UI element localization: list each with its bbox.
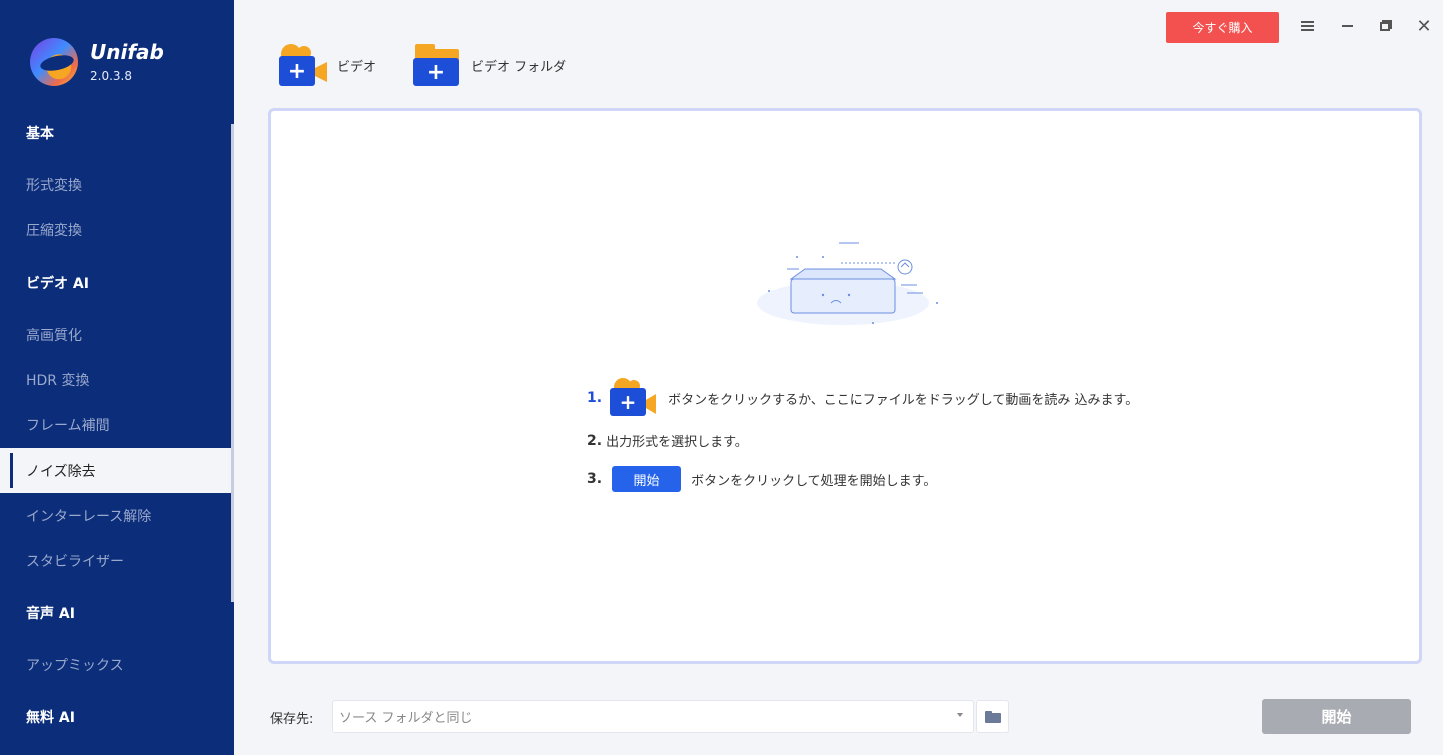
brand: Unifab 2.0.3.8 [30,36,164,88]
sidebar-section-video-ai: ビデオ AI [26,275,89,292]
instruction-step-2: 2. 出力形式を選択します。 [587,431,748,451]
minimize-icon[interactable] [1335,14,1359,38]
sidebar-item-upscale[interactable]: 高画質化 [0,312,231,357]
save-location-select[interactable]: ソース フォルダと同じ [332,700,974,733]
unifab-logo [30,38,78,86]
add-video-label: ビデオ [337,59,377,75]
step-1-text: ボタンをクリックするか、ここにファイルをドラッグして動画を読み 込みます。 [668,392,1139,408]
buy-now-button[interactable]: 今すぐ購入 [1166,12,1279,43]
add-folder-button[interactable]: + ビデオ フォルダ [413,43,566,87]
sidebar-item-stabilizer[interactable]: スタビライザー [0,538,231,583]
menu-icon[interactable] [1295,14,1319,38]
sidebar-item-frame-interp[interactable]: フレーム補間 [0,402,231,447]
step-2-number: 2. [587,432,603,449]
sidebar-item-denoise[interactable]: ノイズ除去 [0,448,231,493]
app-version: 2.0.3.8 [90,69,132,83]
sidebar-item-hdr[interactable]: HDR 変換 [0,357,231,402]
add-folder-icon: + [413,44,461,86]
start-button[interactable]: 開始 [1262,699,1411,734]
empty-box-illustration [757,242,938,325]
step-3-text: ボタンをクリックして処理を開始します。 [691,473,937,489]
add-video-inline-icon[interactable]: + [610,378,658,418]
folder-icon [984,710,1001,723]
sidebar-section-free-ai: 無料 AI [26,709,75,726]
sidebar-item-upmix[interactable]: アップミックス [0,642,231,687]
instruction-step-1: 1. + ボタンをクリックするか、ここにファイルをドラッグして動画を読み 込みま… [587,378,1138,418]
save-location-value: ソース フォルダと同じ [339,711,473,726]
sidebar-section-audio-ai: 音声 AI [26,605,75,622]
add-video-icon: + [279,44,327,86]
step-3-number: 3. [587,471,603,487]
sidebar: Unifab 2.0.3.8 基本 形式変換 圧縮変換 ビデオ AI 高画質化 … [0,0,234,755]
app-name: Unifab [90,40,164,64]
save-location-label: 保存先: [270,712,314,727]
step-2-text: 出力形式を選択します。 [606,435,748,450]
sidebar-item-compress[interactable]: 圧縮変換 [0,207,231,252]
chevron-down-icon [957,713,963,717]
file-drop-zone[interactable]: 1. + ボタンをクリックするか、ここにファイルをドラッグして動画を読み 込みま… [268,108,1422,664]
sidebar-item-deinterlace[interactable]: インターレース解除 [0,493,231,538]
sidebar-item-format-convert[interactable]: 形式変換 [0,162,231,207]
instruction-step-3: 3. 開始 ボタンをクリックして処理を開始します。 [587,466,936,492]
close-icon[interactable]: ✕ [1412,14,1436,38]
sidebar-scrollbar[interactable] [231,124,234,602]
step-1-number: 1. [587,390,603,406]
inline-start-button[interactable]: 開始 [612,466,682,492]
browse-folder-button[interactable] [976,700,1009,733]
add-folder-label: ビデオ フォルダ [471,59,567,75]
sidebar-section-basic: 基本 [26,125,54,142]
add-video-button[interactable]: + ビデオ [279,43,376,87]
restore-icon[interactable] [1373,14,1397,38]
